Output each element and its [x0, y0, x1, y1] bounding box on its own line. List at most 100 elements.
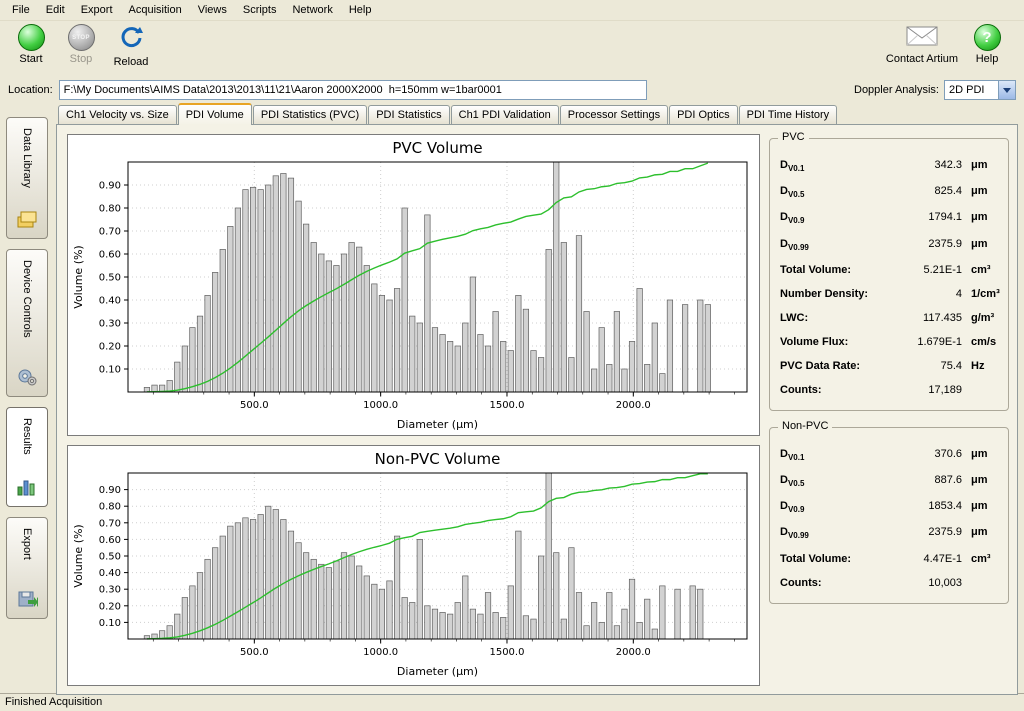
- menu-item-acquisition[interactable]: Acquisition: [121, 1, 190, 19]
- svg-text:0.20: 0.20: [99, 601, 121, 612]
- menu-item-file[interactable]: File: [4, 1, 38, 19]
- svg-text:PVC Volume: PVC Volume: [392, 139, 482, 157]
- sidebar-item-data-library[interactable]: Data Library: [6, 117, 48, 239]
- sidebar-item-device-controls[interactable]: Device Controls: [6, 249, 48, 397]
- sidebar-item-label: Results: [21, 418, 33, 455]
- pvc-stats-group: PVC DV0.1342.3μmDV0.5825.4μmDV0.91794.1μ…: [769, 138, 1009, 411]
- svg-text:1000.0: 1000.0: [363, 400, 398, 411]
- stat-value: 887.6: [890, 474, 962, 486]
- stop-button: STOP Stop: [58, 24, 104, 65]
- svg-text:0.90: 0.90: [99, 181, 121, 192]
- svg-text:0.50: 0.50: [99, 552, 121, 563]
- stat-value: 5.21E-1: [890, 264, 962, 276]
- stat-row-volume-flux: Volume Flux:1.679E-1cm/s: [780, 330, 1000, 354]
- stat-value: 4.47E-1: [890, 553, 962, 565]
- svg-text:0.90: 0.90: [99, 485, 121, 496]
- stat-unit: μm: [962, 238, 1000, 250]
- svg-text:Volume (%): Volume (%): [72, 524, 85, 587]
- sidebar-item-export[interactable]: Export: [6, 517, 48, 619]
- stat-label: DV0.5: [780, 474, 890, 488]
- stat-unit: cm³: [962, 553, 1000, 565]
- stat-row-dv0-1: DV0.1342.3μm: [780, 153, 1000, 179]
- stat-unit: cm³: [962, 264, 1000, 276]
- stat-value: 117.435: [890, 312, 962, 324]
- stat-value: 2375.9: [890, 238, 962, 250]
- stat-unit: cm/s: [962, 336, 1000, 348]
- tab-processor-settings[interactable]: Processor Settings: [560, 105, 668, 124]
- svg-text:Diameter (μm): Diameter (μm): [397, 418, 478, 431]
- start-button-label: Start: [19, 53, 42, 65]
- menu-item-scripts[interactable]: Scripts: [235, 1, 285, 19]
- stat-value: 370.6: [890, 448, 962, 460]
- stat-row-dv0-9: DV0.91853.4μm: [780, 494, 1000, 520]
- status-bar: Finished Acquisition: [0, 693, 1024, 711]
- stat-unit: μm: [962, 500, 1000, 512]
- stat-value: 1794.1: [890, 211, 962, 223]
- stat-row-counts: Counts:17,189: [780, 378, 1000, 402]
- sidebar-item-results[interactable]: Results: [6, 407, 48, 507]
- tab-pdi-time-history[interactable]: PDI Time History: [739, 105, 838, 124]
- stat-label: Total Volume:: [780, 264, 890, 276]
- stat-label: Volume Flux:: [780, 336, 890, 348]
- sidebar: Data Library Device Controls Results Export: [4, 103, 52, 693]
- stat-row-total-volume: Total Volume:4.47E-1cm³: [780, 547, 1000, 571]
- stat-value: 825.4: [890, 185, 962, 197]
- stat-unit: 1/cm³: [962, 288, 1000, 300]
- pvc-group-title: PVC: [778, 131, 809, 143]
- sidebar-item-label: Export: [21, 528, 33, 560]
- stat-row-dv0-99: DV0.992375.9μm: [780, 232, 1000, 258]
- stat-label: DV0.9: [780, 500, 890, 514]
- stat-row-number-density: Number Density:41/cm³: [780, 282, 1000, 306]
- svg-text:2000.0: 2000.0: [616, 647, 651, 658]
- menu-item-edit[interactable]: Edit: [38, 1, 73, 19]
- stat-label: Counts:: [780, 384, 890, 396]
- svg-text:1500.0: 1500.0: [489, 400, 524, 411]
- pvc-volume-chart: 0.100.200.300.400.500.600.700.800.90500.…: [67, 134, 760, 436]
- non-pvc-volume-chart: 0.100.200.300.400.500.600.700.800.90500.…: [67, 445, 760, 686]
- reload-button[interactable]: Reload: [108, 24, 154, 68]
- start-button[interactable]: Start: [8, 24, 54, 65]
- help-button-label: Help: [976, 53, 999, 65]
- menu-item-export[interactable]: Export: [73, 1, 121, 19]
- contact-artium-button[interactable]: Contact Artium: [884, 24, 960, 65]
- tab-ch1-velocity-vs-size[interactable]: Ch1 Velocity vs. Size: [58, 105, 177, 124]
- pdi-volume-tab-panel: 0.100.200.300.400.500.600.700.800.90500.…: [56, 124, 1018, 695]
- stat-value: 4: [890, 288, 962, 300]
- stat-row-lwc: LWC:117.435g/m³: [780, 306, 1000, 330]
- main-area: Data Library Device Controls Results Export…: [0, 103, 1024, 693]
- svg-text:0.70: 0.70: [99, 227, 121, 238]
- stat-row-dv0-99: DV0.992375.9μm: [780, 520, 1000, 546]
- svg-text:0.10: 0.10: [99, 365, 121, 376]
- menu-item-help[interactable]: Help: [341, 1, 380, 19]
- combo-dropdown-button[interactable]: [998, 81, 1015, 99]
- location-row: Location: Doppler Analysis: 2D PDI: [0, 77, 1024, 103]
- location-input[interactable]: [59, 80, 647, 100]
- svg-text:500.0: 500.0: [240, 647, 269, 658]
- svg-text:0.10: 0.10: [99, 618, 121, 629]
- svg-text:Volume (%): Volume (%): [72, 245, 85, 308]
- status-text: Finished Acquisition: [5, 696, 102, 708]
- svg-text:0.70: 0.70: [99, 518, 121, 529]
- tab-pdi-statistics-pvc[interactable]: PDI Statistics (PVC): [253, 105, 367, 124]
- stat-label: Total Volume:: [780, 553, 890, 565]
- tab-pdi-statistics[interactable]: PDI Statistics: [368, 105, 449, 124]
- doppler-analysis-select[interactable]: 2D PDI: [944, 80, 1016, 100]
- stat-label: Counts:: [780, 577, 890, 589]
- tab-pdi-volume[interactable]: PDI Volume: [178, 103, 252, 125]
- stat-unit: μm: [962, 448, 1000, 460]
- charts-column: 0.100.200.300.400.500.600.700.800.90500.…: [67, 134, 760, 686]
- stat-value: 342.3: [890, 159, 962, 171]
- svg-text:0.40: 0.40: [99, 296, 121, 307]
- svg-text:0.80: 0.80: [99, 204, 121, 215]
- help-button[interactable]: ? Help: [964, 24, 1010, 65]
- stat-value: 1.679E-1: [890, 336, 962, 348]
- stat-unit: μm: [962, 526, 1000, 538]
- svg-text:0.40: 0.40: [99, 568, 121, 579]
- svg-text:Diameter (μm): Diameter (μm): [397, 665, 478, 678]
- menu-item-views[interactable]: Views: [190, 1, 235, 19]
- stat-unit: μm: [962, 185, 1000, 197]
- menu-item-network[interactable]: Network: [284, 1, 340, 19]
- tab-pdi-optics[interactable]: PDI Optics: [669, 105, 738, 124]
- tab-ch1-pdi-validation[interactable]: Ch1 PDI Validation: [451, 105, 559, 124]
- non-pvc-stats-group: Non-PVC DV0.1370.6μmDV0.5887.6μmDV0.9185…: [769, 427, 1009, 604]
